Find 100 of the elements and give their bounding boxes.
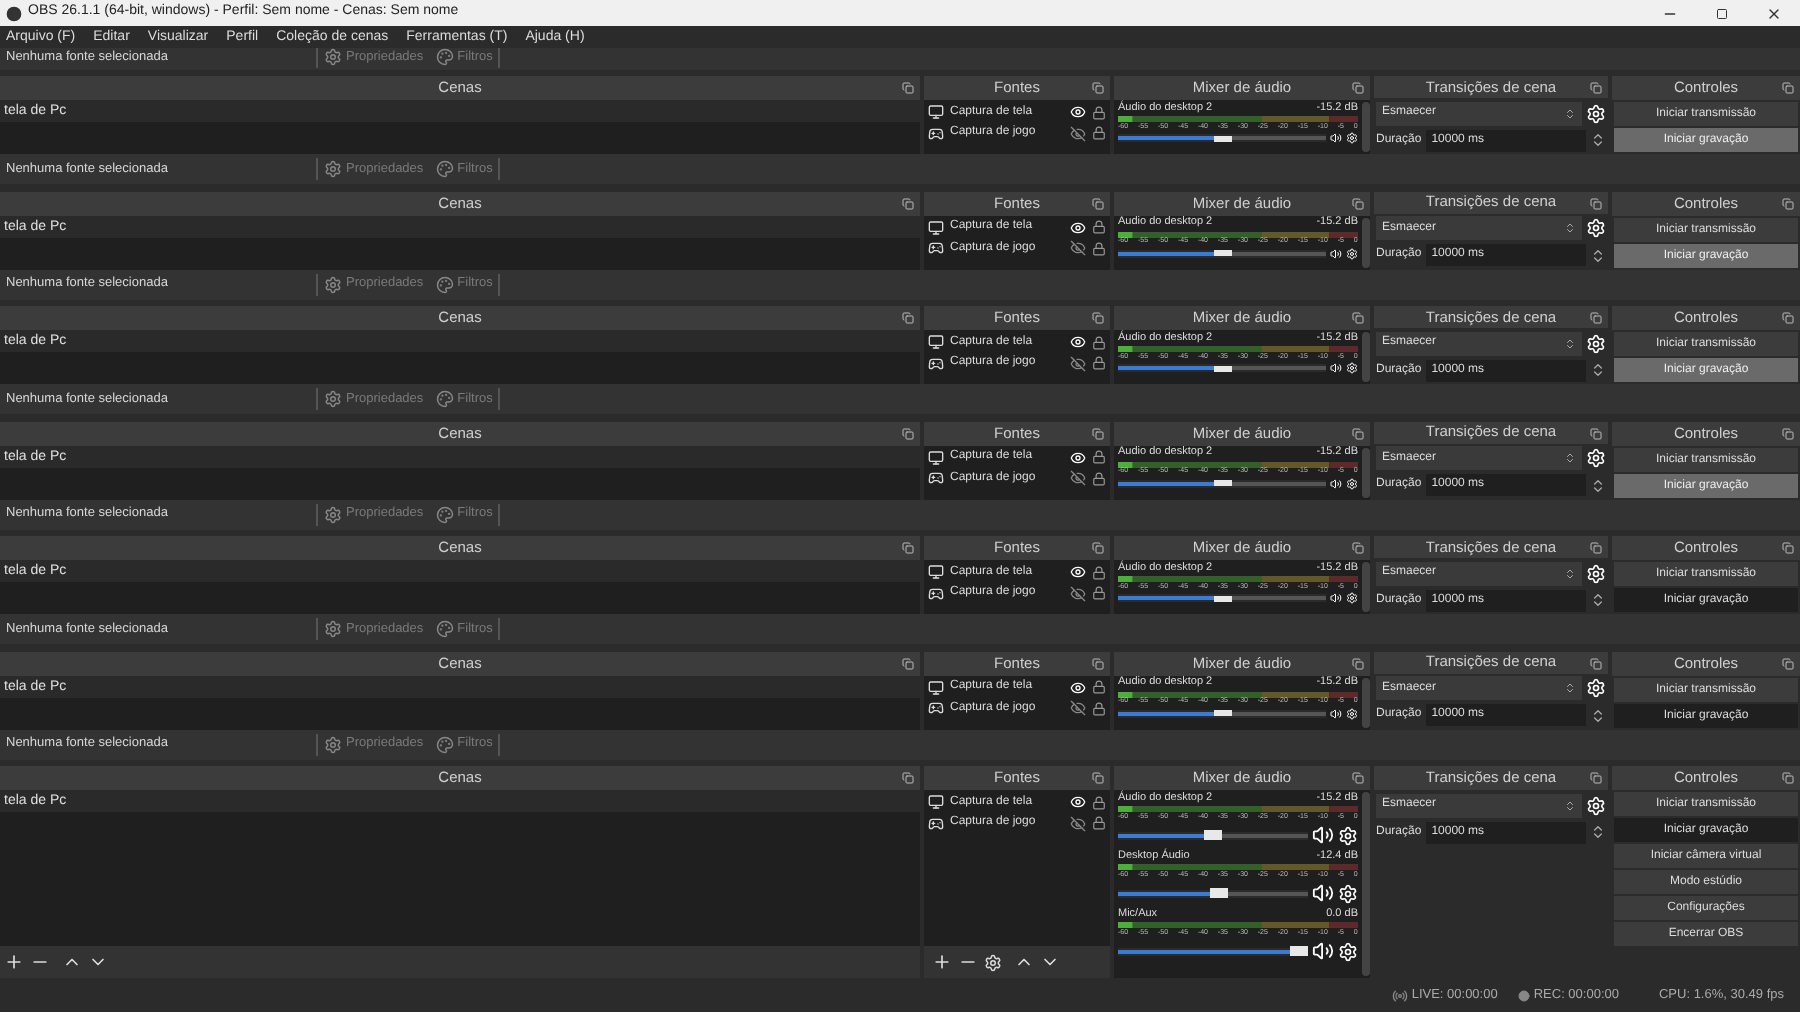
float-icon[interactable] xyxy=(1092,312,1104,324)
float-icon[interactable] xyxy=(902,197,914,209)
add-icon[interactable] xyxy=(932,952,952,972)
eye-off-icon[interactable] xyxy=(1070,815,1086,832)
volume-slider[interactable] xyxy=(1118,709,1326,717)
float-icon[interactable] xyxy=(902,542,914,554)
float-icon[interactable] xyxy=(1782,197,1794,209)
lock-icon[interactable] xyxy=(1092,126,1106,141)
lock-icon[interactable] xyxy=(1092,795,1106,810)
eye-off-icon[interactable] xyxy=(1070,470,1086,487)
float-icon[interactable] xyxy=(902,427,914,439)
stepper-icon[interactable] xyxy=(1590,590,1606,610)
stepper-icon[interactable] xyxy=(1590,245,1606,265)
float-icon[interactable] xyxy=(1352,427,1364,439)
lock-icon[interactable] xyxy=(1092,565,1106,580)
volume-thumb[interactable] xyxy=(1290,946,1308,956)
float-icon[interactable] xyxy=(1590,427,1602,439)
volume-slider[interactable] xyxy=(1118,479,1326,487)
volume-thumb[interactable] xyxy=(1214,595,1233,601)
speaker-icon[interactable] xyxy=(1330,132,1342,144)
lock-icon[interactable] xyxy=(1092,586,1106,601)
eye-off-icon[interactable] xyxy=(1070,355,1086,372)
speaker-icon[interactable] xyxy=(1312,824,1334,846)
volume-slider[interactable] xyxy=(1118,594,1326,602)
volume-thumb[interactable] xyxy=(1204,830,1223,840)
close-icon[interactable] xyxy=(1766,5,1782,21)
lock-icon[interactable] xyxy=(1092,335,1106,350)
float-icon[interactable] xyxy=(1092,197,1104,209)
float-icon[interactable] xyxy=(902,312,914,324)
lock-icon[interactable] xyxy=(1092,701,1106,716)
float-icon[interactable] xyxy=(1092,657,1104,669)
speaker-icon[interactable] xyxy=(1330,707,1342,719)
eye-icon[interactable] xyxy=(1070,219,1086,236)
speaker-icon[interactable] xyxy=(1330,477,1342,489)
eye-off-icon[interactable] xyxy=(1070,700,1086,717)
float-icon[interactable] xyxy=(1352,82,1364,94)
stepper-icon[interactable] xyxy=(1590,705,1606,725)
float-icon[interactable] xyxy=(1092,542,1104,554)
float-icon[interactable] xyxy=(1782,82,1794,94)
volume-thumb[interactable] xyxy=(1214,365,1233,371)
float-icon[interactable] xyxy=(1590,197,1602,209)
float-icon[interactable] xyxy=(1352,772,1364,784)
volume-thumb[interactable] xyxy=(1210,888,1229,898)
volume-thumb[interactable] xyxy=(1214,135,1233,141)
speaker-icon[interactable] xyxy=(1330,247,1342,259)
float-icon[interactable] xyxy=(1590,542,1602,554)
float-icon[interactable] xyxy=(1782,427,1794,439)
eye-off-icon[interactable] xyxy=(1070,125,1086,142)
float-icon[interactable] xyxy=(1782,657,1794,669)
lock-icon[interactable] xyxy=(1092,680,1106,695)
float-icon[interactable] xyxy=(1092,772,1104,784)
float-icon[interactable] xyxy=(1590,772,1602,784)
stepper-icon[interactable] xyxy=(1590,822,1606,842)
float-icon[interactable] xyxy=(1352,657,1364,669)
volume-slider[interactable] xyxy=(1118,889,1308,897)
speaker-icon[interactable] xyxy=(1312,940,1334,962)
lock-icon[interactable] xyxy=(1092,450,1106,465)
float-icon[interactable] xyxy=(1782,312,1794,324)
float-icon[interactable] xyxy=(1352,197,1364,209)
float-icon[interactable] xyxy=(902,772,914,784)
lock-icon[interactable] xyxy=(1092,220,1106,235)
eye-off-icon[interactable] xyxy=(1070,240,1086,257)
float-icon[interactable] xyxy=(902,657,914,669)
lock-icon[interactable] xyxy=(1092,356,1106,371)
float-icon[interactable] xyxy=(1092,82,1104,94)
eye-off-icon[interactable] xyxy=(1070,585,1086,602)
lock-icon[interactable] xyxy=(1092,471,1106,486)
eye-icon[interactable] xyxy=(1070,679,1086,696)
speaker-icon[interactable] xyxy=(1312,882,1334,904)
stepper-icon[interactable] xyxy=(1590,360,1606,380)
float-icon[interactable] xyxy=(1590,312,1602,324)
float-icon[interactable] xyxy=(1590,657,1602,669)
speaker-icon[interactable] xyxy=(1330,362,1342,374)
float-icon[interactable] xyxy=(1352,312,1364,324)
volume-slider[interactable] xyxy=(1118,364,1326,372)
eye-icon[interactable] xyxy=(1070,334,1086,351)
eye-icon[interactable] xyxy=(1070,564,1086,581)
float-icon[interactable] xyxy=(1092,427,1104,439)
eye-icon[interactable] xyxy=(1070,449,1086,466)
lock-icon[interactable] xyxy=(1092,241,1106,256)
volume-slider[interactable] xyxy=(1118,249,1326,257)
float-icon[interactable] xyxy=(1352,542,1364,554)
stepper-icon[interactable] xyxy=(1590,475,1606,495)
stepper-icon[interactable] xyxy=(1590,130,1606,150)
add-icon[interactable] xyxy=(4,952,24,972)
eye-icon[interactable] xyxy=(1070,104,1086,121)
eye-icon[interactable] xyxy=(1070,794,1086,811)
speaker-icon[interactable] xyxy=(1330,592,1342,604)
volume-thumb[interactable] xyxy=(1214,710,1233,716)
volume-slider[interactable] xyxy=(1118,831,1308,839)
float-icon[interactable] xyxy=(902,82,914,94)
lock-icon[interactable] xyxy=(1092,816,1106,831)
volume-thumb[interactable] xyxy=(1214,250,1233,256)
volume-slider[interactable] xyxy=(1118,134,1326,142)
float-icon[interactable] xyxy=(1782,772,1794,784)
float-icon[interactable] xyxy=(1782,542,1794,554)
settings-icon[interactable] xyxy=(984,953,1002,971)
volume-thumb[interactable] xyxy=(1214,480,1233,486)
float-icon[interactable] xyxy=(1590,82,1602,94)
lock-icon[interactable] xyxy=(1092,105,1106,120)
